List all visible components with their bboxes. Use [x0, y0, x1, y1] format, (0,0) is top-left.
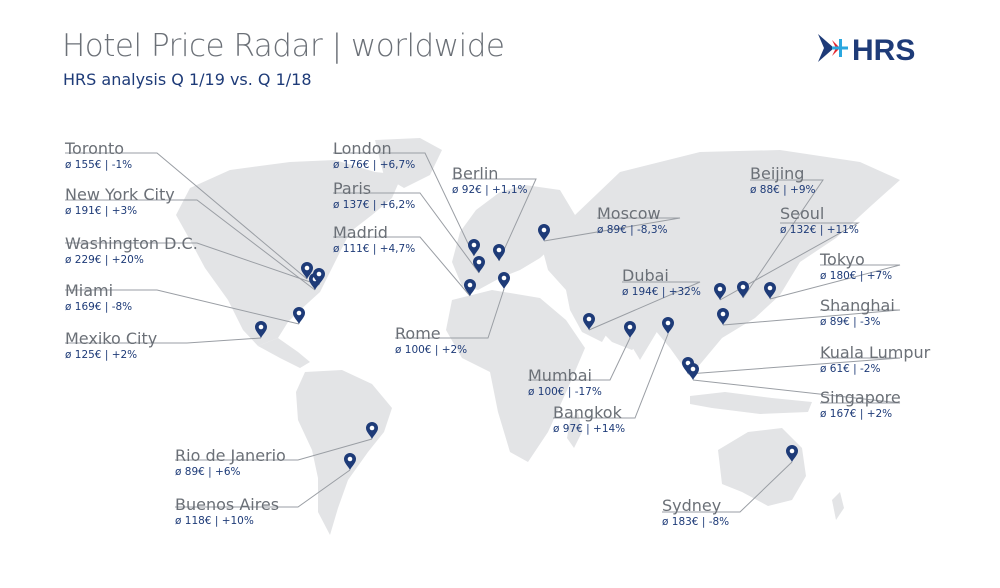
city-label-london: London ø 176€ | +6,7%	[333, 139, 415, 172]
city-name: Toronto	[65, 139, 125, 158]
city-stats: ø 155€ | -1%	[65, 159, 133, 171]
city-name: Paris	[333, 179, 372, 198]
city-label-new-york-city: New York City ø 191€ | +3%	[65, 185, 175, 218]
city-name: London	[333, 139, 392, 158]
city-stats: ø 183€ | -8%	[662, 516, 730, 528]
city-stats: ø 229€ | +20%	[65, 254, 144, 266]
map-pin-madrid-icon	[464, 279, 476, 296]
city-name: Mexiko City	[65, 329, 158, 348]
city-name: Washington D.C.	[65, 234, 198, 253]
city-stats: ø 167€ | +2%	[820, 408, 893, 420]
city-stats: ø 169€ | -8%	[65, 301, 133, 313]
city-label-bangkok: Bangkok ø 97€ | +14%	[553, 403, 625, 436]
city-stats: ø 132€ | +11%	[780, 224, 859, 236]
city-name: Berlin	[452, 164, 499, 183]
city-stats: ø 176€ | +6,7%	[333, 159, 416, 171]
city-name: Madrid	[333, 223, 388, 242]
city-name: Rome	[395, 324, 441, 343]
city-label-sydney: Sydney ø 183€ | -8%	[662, 496, 729, 529]
city-label-kuala-lumpur: Kuala Lumpur ø 61€ | -2%	[820, 343, 930, 376]
city-label-paris: Paris ø 137€ | +6,2%	[333, 179, 415, 212]
map-pin-singapore-icon	[687, 363, 699, 380]
city-stats: ø 111€ | +4,7%	[333, 243, 416, 255]
city-stats: ø 125€ | +2%	[65, 349, 138, 361]
city-name: Mumbai	[528, 366, 592, 385]
map-pin-miami-icon	[293, 307, 305, 324]
city-name: Buenos Aires	[175, 495, 280, 514]
city-name: Tokyo	[820, 250, 865, 269]
city-label-rio-de-janerio: Rio de Janerio ø 89€ | +6%	[175, 446, 286, 479]
city-name: Bangkok	[553, 403, 622, 422]
city-label-madrid: Madrid ø 111€ | +4,7%	[333, 223, 415, 256]
city-name: Beijing	[750, 164, 805, 183]
city-stats: ø 118€ | +10%	[175, 515, 254, 527]
city-stats: ø 180€ | +7%	[820, 270, 893, 282]
city-label-toronto: Toronto ø 155€ | -1%	[65, 139, 132, 172]
map-pin-rome-icon	[498, 272, 510, 289]
city-label-mumbai: Mumbai ø 100€ | -17%	[528, 366, 602, 399]
city-label-seoul: Seoul ø 132€ | +11%	[780, 204, 859, 237]
city-label-miami: Miami ø 169€ | -8%	[65, 281, 132, 314]
city-label-singapore: Singapore ø 167€ | +2%	[820, 388, 901, 421]
world-map	[65, 138, 901, 535]
city-label-mexiko-city: Mexiko City ø 125€ | +2%	[65, 329, 157, 362]
city-label-rome: Rome ø 100€ | +2%	[395, 324, 467, 357]
city-stats: ø 191€ | +3%	[65, 205, 138, 217]
city-stats: ø 137€ | +6,2%	[333, 199, 416, 211]
city-name: Miami	[65, 281, 114, 300]
city-stats: ø 89€ | +6%	[175, 466, 241, 478]
city-name: Dubai	[622, 266, 669, 285]
city-name: Rio de Janerio	[175, 446, 286, 465]
city-label-shanghai: Shanghai ø 89€ | -3%	[820, 296, 895, 329]
city-label-dubai: Dubai ø 194€ | +32%	[622, 266, 701, 299]
city-name: Moscow	[597, 204, 661, 223]
city-stats: ø 88€ | +9%	[750, 184, 816, 196]
city-stats: ø 100€ | -17%	[528, 386, 602, 398]
city-label-moscow: Moscow ø 89€ | -8,3%	[597, 204, 667, 237]
city-name: New York City	[65, 185, 175, 204]
city-stats: ø 89€ | -3%	[820, 316, 881, 328]
city-name: Shanghai	[820, 296, 895, 315]
city-name: Singapore	[820, 388, 901, 407]
city-stats: ø 61€ | -2%	[820, 363, 881, 375]
city-label-buenos-aires: Buenos Aires ø 118€ | +10%	[175, 495, 279, 528]
city-stats: ø 97€ | +14%	[553, 423, 626, 435]
city-name: Kuala Lumpur	[820, 343, 931, 362]
city-label-washington-dc: Washington D.C. ø 229€ | +20%	[65, 234, 198, 267]
city-stats: ø 89€ | -8,3%	[597, 224, 668, 236]
city-stats: ø 92€ | +1,1%	[452, 184, 528, 196]
city-label-berlin: Berlin ø 92€ | +1,1%	[452, 164, 528, 197]
city-label-tokyo: Tokyo ø 180€ | +7%	[820, 250, 892, 283]
city-label-beijing: Beijing ø 88€ | +9%	[750, 164, 815, 197]
city-stats: ø 100€ | +2%	[395, 344, 468, 356]
city-stats: ø 194€ | +32%	[622, 286, 701, 298]
city-name: Sydney	[662, 496, 722, 515]
city-name: Seoul	[780, 204, 825, 223]
